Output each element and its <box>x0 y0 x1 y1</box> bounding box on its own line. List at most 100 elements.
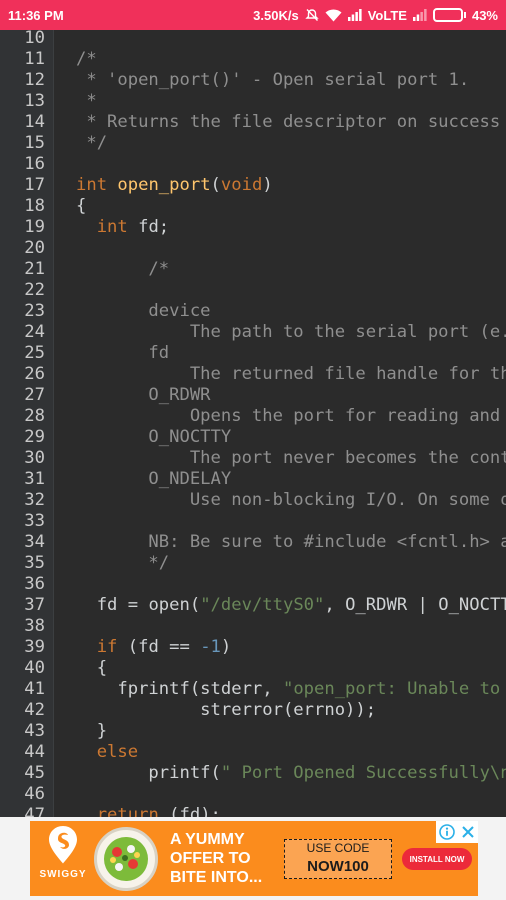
code-text[interactable]: { <box>76 196 86 217</box>
code-line[interactable]: 11 /* <box>0 49 506 70</box>
code-text[interactable]: O_NDELAY <box>76 469 231 490</box>
line-number: 24 <box>24 322 45 342</box>
code-line[interactable]: 16 <box>0 154 506 175</box>
code-text[interactable]: printf(" Port Opened Successfully\n"); <box>76 763 506 784</box>
code-line[interactable]: 29 O_NOCTTY <box>0 427 506 448</box>
line-number: 47 <box>24 805 45 817</box>
code-line[interactable]: 15 */ <box>0 133 506 154</box>
code-text[interactable]: Opens the port for reading and writing <box>76 406 506 427</box>
code-editor[interactable]: 10 11/* 12 * 'open_port()' - Open serial p… <box>0 30 506 817</box>
line-number: 18 <box>24 196 45 216</box>
line-number: 21 <box>24 259 45 279</box>
code-line[interactable]: 21 /* <box>0 259 506 280</box>
code-text[interactable]: } <box>76 721 107 742</box>
ad-banner[interactable]: SWIGGY A YUMMY OFFER TO BITE INTO... USE… <box>0 817 506 900</box>
code-line[interactable]: 39 if (fd == -1) <box>0 637 506 658</box>
code-line[interactable]: 36 <box>0 574 506 595</box>
code-text[interactable]: return (fd); <box>76 805 221 817</box>
code-text[interactable]: The returned file handle for the device. <box>76 364 506 385</box>
ad-creative[interactable]: SWIGGY A YUMMY OFFER TO BITE INTO... USE… <box>30 821 478 896</box>
code-text[interactable]: else <box>76 742 138 763</box>
line-number: 26 <box>24 364 45 384</box>
code-line[interactable]: 34 NB: Be sure to #include <fcntl.h> as … <box>0 532 506 553</box>
code-line[interactable]: 24 The path to the serial port (e.g. /de… <box>0 322 506 343</box>
code-line[interactable]: 22 <box>0 280 506 301</box>
code-line[interactable]: 35 */ <box>0 553 506 574</box>
ad-headline: A YUMMY OFFER TO BITE INTO... <box>170 831 263 886</box>
code-line[interactable]: 18 { <box>0 196 506 217</box>
code-line[interactable]: 38 <box>0 616 506 637</box>
code-line[interactable]: 40 { <box>0 658 506 679</box>
status-indicators: 3.50K/s VoLTE 43% <box>253 8 498 23</box>
code-text[interactable]: /* <box>76 49 97 70</box>
code-line[interactable]: 30 The port never becomes the controllin… <box>0 448 506 469</box>
code-token: (fd); <box>158 805 221 817</box>
code-text[interactable]: int open_port(void) <box>76 175 273 196</box>
code-text[interactable]: * 'open_port()' - Open serial port 1. <box>76 70 469 91</box>
code-line[interactable]: 27 O_RDWR <box>0 385 506 406</box>
salad-bowl-image <box>94 827 158 891</box>
code-line[interactable]: 33 <box>0 511 506 532</box>
code-token: /* <box>76 259 170 279</box>
code-token: (fd == <box>117 637 201 657</box>
line-number: 34 <box>24 532 45 552</box>
code-token: O_RDWR <box>76 385 211 405</box>
code-text[interactable]: * Returns the file descriptor on success… <box>76 112 506 133</box>
code-line[interactable]: 44 else <box>0 742 506 763</box>
code-text[interactable]: The path to the serial port (e.g. /dev/t… <box>76 322 506 343</box>
code-text[interactable]: { <box>76 658 107 679</box>
network-speed: 3.50K/s <box>253 7 299 23</box>
code-text[interactable]: fd = open("/dev/ttyS0", O_RDWR | O_NOCTT… <box>76 595 506 616</box>
code-line[interactable]: 26 The returned file handle for the devi… <box>0 364 506 385</box>
code-token: } <box>76 721 108 741</box>
code-line[interactable]: 14 * Returns the file descriptor on succ… <box>0 112 506 133</box>
code-text[interactable]: NB: Be sure to #include <fcntl.h> as wel… <box>76 532 506 553</box>
code-line[interactable]: 25 fd <box>0 343 506 364</box>
ad-choices[interactable] <box>436 821 478 843</box>
code-text[interactable]: device <box>76 301 211 322</box>
code-text[interactable]: if (fd == -1) <box>76 637 232 658</box>
code-text[interactable]: */ <box>76 553 169 574</box>
promo-code-box: USE CODE NOW100 <box>284 839 392 879</box>
code-line[interactable]: 19 int fd; <box>0 217 506 238</box>
line-number: 30 <box>24 448 45 468</box>
code-line[interactable]: 37 fd = open("/dev/ttyS0", O_RDWR | O_NO… <box>0 595 506 616</box>
code-line[interactable]: 12 * 'open_port()' - Open serial port 1. <box>0 70 506 91</box>
code-text[interactable]: fd <box>76 343 169 364</box>
line-number: 46 <box>24 784 45 804</box>
code-token: open_port <box>117 175 211 195</box>
code-line[interactable]: 41 fprintf(stderr, "open_port: Unable to… <box>0 679 506 700</box>
line-number: 44 <box>24 742 45 762</box>
swiggy-pin-icon <box>49 826 77 864</box>
code-text[interactable]: The port never becomes the controlling t… <box>76 448 506 469</box>
code-text[interactable]: O_NOCTTY <box>76 427 231 448</box>
code-line[interactable]: 10 <box>0 30 506 49</box>
code-line[interactable]: 17 int open_port(void) <box>0 175 506 196</box>
code-line[interactable]: 45 printf(" Port Opened Successfully\n")… <box>0 763 506 784</box>
code-text[interactable]: strerror(errno)); <box>76 700 376 721</box>
line-number: 23 <box>24 301 45 321</box>
code-text[interactable]: fprintf(stderr, "open_port: Unable to op… <box>76 679 506 700</box>
code-text[interactable]: int fd; <box>76 217 169 238</box>
code-line[interactable]: 31 O_NDELAY <box>0 469 506 490</box>
code-line[interactable]: 46 <box>0 784 506 805</box>
code-line[interactable]: 13 * <box>0 91 506 112</box>
code-text[interactable]: * <box>76 91 96 112</box>
code-line[interactable]: 23 device <box>0 301 506 322</box>
code-line[interactable]: 47 return (fd); <box>0 805 506 817</box>
code-text[interactable]: Use non-blocking I/O. On some other syst… <box>76 490 506 511</box>
code-text[interactable]: /* <box>76 259 169 280</box>
install-now-button[interactable]: INSTALL NOW <box>402 848 472 870</box>
info-icon[interactable] <box>439 824 455 840</box>
code-line[interactable]: 20 <box>0 238 506 259</box>
code-line[interactable]: 28 Opens the port for reading and writin… <box>0 406 506 427</box>
code-line[interactable]: 43 } <box>0 721 506 742</box>
code-token: device <box>76 301 211 321</box>
code-text[interactable]: */ <box>76 133 107 154</box>
code-line[interactable]: 42 strerror(errno)); <box>0 700 506 721</box>
close-icon[interactable] <box>461 825 475 839</box>
code-token: fd = <box>76 595 149 615</box>
code-line[interactable]: 32 Use non-blocking I/O. On some other s… <box>0 490 506 511</box>
code-text[interactable]: O_RDWR <box>76 385 211 406</box>
